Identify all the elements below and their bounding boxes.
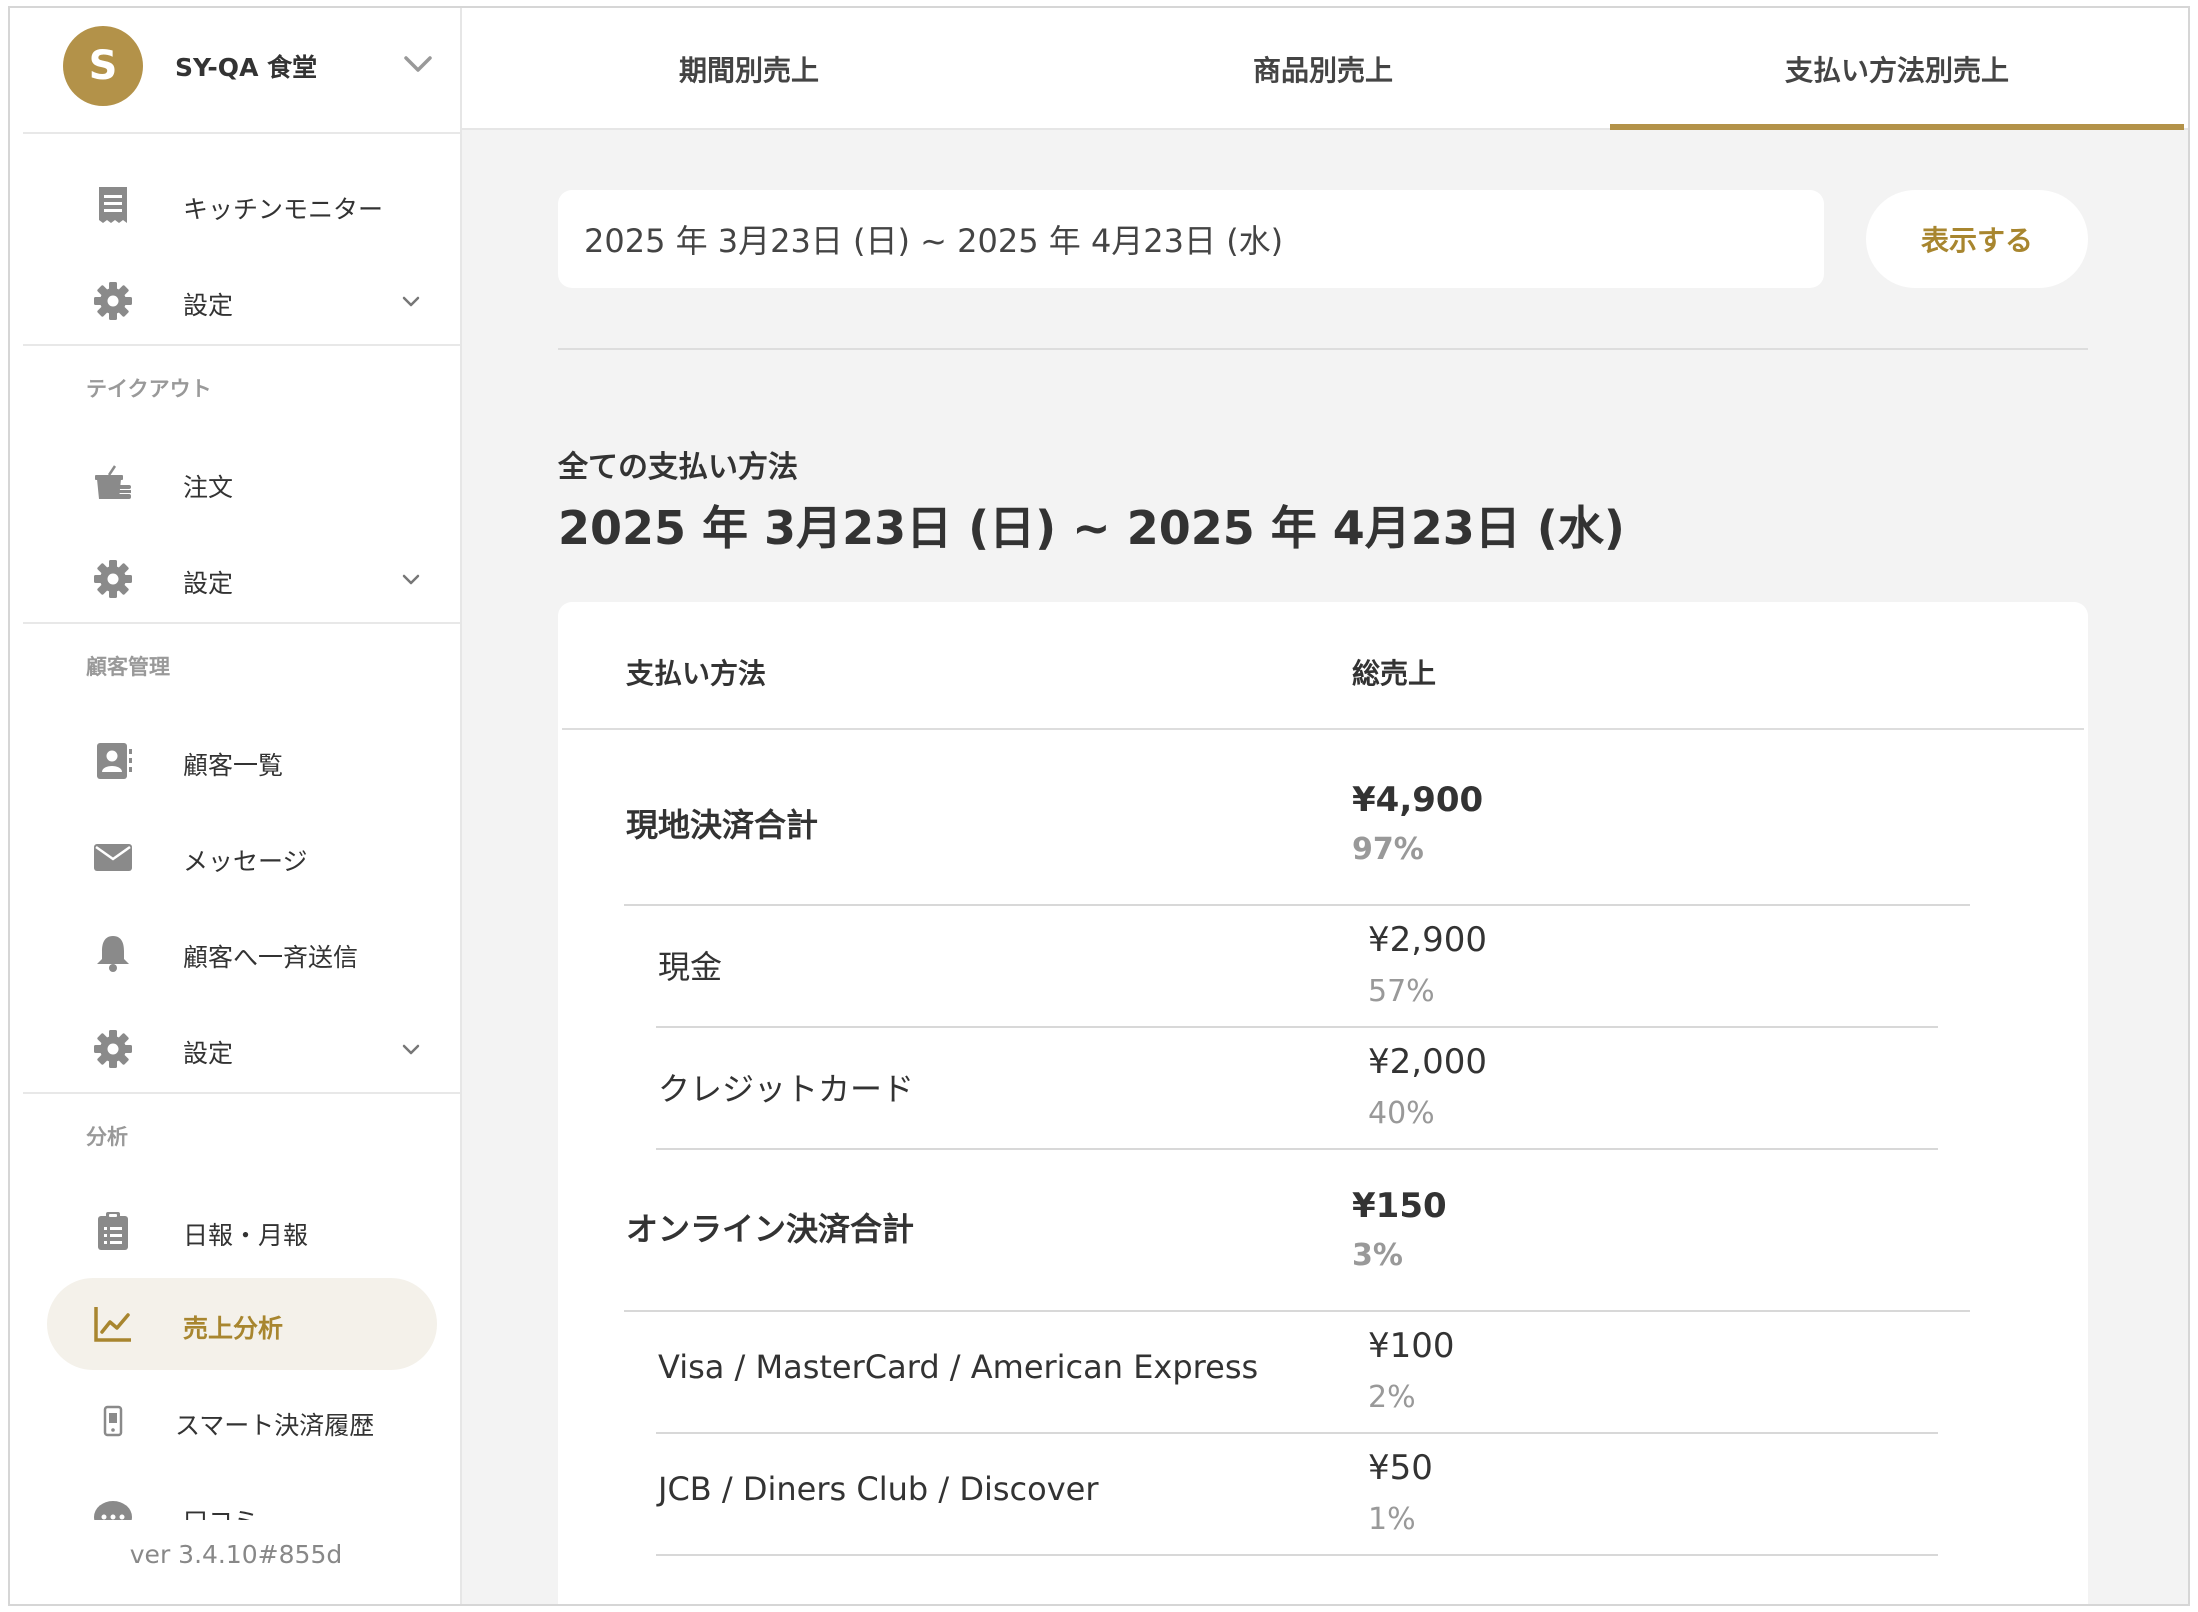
tab-product-sales[interactable]: 商品別売上 [1036,8,1610,130]
sidebar-item-label: 売上分析 [183,1314,284,1343]
date-range-value: 2025 年 3月23日 (日) ~ 2025 年 4月23日 (水) [584,222,1284,260]
sidebar-item-takeout-orders[interactable]: 注文 [23,438,460,528]
section-label-takeout: テイクアウト [86,377,212,401]
column-header-method: 支払い方法 [626,657,767,690]
sidebar-item-label: 日報・月報 [183,1221,309,1250]
show-button[interactable]: 表示する [1866,190,2088,288]
sidebar-item-settings-takeout[interactable]: 設定 [23,534,460,624]
sidebar-item-label: 設定 [183,569,234,598]
sidebar-item-label: 注文 [183,473,234,502]
app-frame: S SY-QA 食堂 キッチンモニター 設定 テイクアウト 注文 設定 顧客管理… [8,6,2190,1606]
row-amount: ¥50 [1368,1448,1433,1488]
row-percent: 2% [1368,1380,1416,1415]
sidebar-item-broadcast[interactable]: 顧客へ一斉送信 [23,908,460,998]
tab-payment-method-sales[interactable]: 支払い方法別売上 [1610,8,2184,130]
sidebar-item-customer-list[interactable]: 顧客一覧 [23,716,460,806]
row-amount: ¥150 [1352,1186,1447,1226]
phone-icon [103,1405,123,1437]
row-percent: 3% [1352,1238,1403,1273]
sidebar-divider [23,344,460,346]
sidebar-item-label: キッチンモニター [183,195,384,224]
chevron-down-icon [402,296,420,307]
sidebar-divider [23,1092,460,1094]
row-percent: 1% [1368,1502,1416,1537]
sidebar-item-reports[interactable]: 日報・月報 [23,1186,460,1276]
sidebar-item-settings-customers[interactable]: 設定 [23,1004,460,1094]
sidebar-divider [23,622,460,624]
chevron-down-icon [402,574,420,585]
row-amount: ¥4,900 [1352,780,1484,820]
table-row: Visa / MasterCard / American Express ¥10… [558,1312,2088,1434]
sidebar-item-sales-analysis[interactable]: 売上分析 [23,1278,460,1370]
store-name: SY-QA 食堂 [175,53,318,82]
sidebar-item-label: メッセージ [183,847,308,876]
summary-date-range: 2025 年 3月23日 (日) ~ 2025 年 4月23日 (水) [558,501,1625,555]
content-divider [558,348,2088,350]
bell-icon [97,936,129,972]
tab-bar: 期間別売上 商品別売上 支払い方法別売上 [462,8,2188,130]
row-method: Visa / MasterCard / American Express [658,1348,1259,1386]
row-amount: ¥2,900 [1368,920,1487,960]
sidebar-item-settings-main[interactable]: 設定 [23,256,460,346]
row-amount: ¥100 [1368,1326,1455,1366]
row-method: クレジットカード [658,1070,915,1108]
row-method: JCB / Diners Club / Discover [658,1470,1099,1508]
sidebar-item-label: スマート決済履歴 [175,1411,375,1440]
chevron-down-icon [402,1044,420,1055]
sidebar-item-label: 設定 [183,1039,234,1068]
line-chart-icon [94,1307,131,1342]
store-switcher[interactable]: S SY-QA 食堂 [23,8,460,134]
tab-period-sales[interactable]: 期間別売上 [462,8,1036,130]
row-divider [656,1554,1938,1556]
row-amount: ¥2,000 [1368,1042,1487,1082]
table-row: 現金 ¥2,900 57% [558,906,2088,1028]
gear-icon [94,1030,132,1068]
envelope-icon [94,844,132,871]
summary-title: 全ての支払い方法 [558,450,798,485]
sidebar-item-label: 口コミ [183,1502,258,1520]
row-percent: 40% [1368,1096,1435,1131]
contact-card-icon [97,743,132,779]
row-method: 現金 [658,948,723,986]
column-header-total: 総売上 [1352,657,1437,690]
sidebar-item-label: 顧客一覧 [183,751,284,780]
gear-icon [94,282,132,320]
store-avatar: S [63,26,143,106]
takeout-icon [95,465,131,499]
sidebar-item-reviews[interactable]: 口コミ [23,1472,460,1520]
gear-icon [94,560,132,598]
row-percent: 57% [1368,974,1435,1009]
section-label-customers: 顧客管理 [86,655,170,679]
date-range-input[interactable]: 2025 年 3月23日 (日) ~ 2025 年 4月23日 (水) [558,190,1824,288]
sidebar-item-messages[interactable]: メッセージ [23,812,460,902]
receipt-icon [99,187,127,223]
sidebar: S SY-QA 食堂 キッチンモニター 設定 テイクアウト 注文 設定 顧客管理… [10,8,462,1604]
table-row: オンライン決済合計 ¥150 3% [558,1150,2088,1312]
clipboard-icon [98,1212,128,1250]
table-row: クレジットカード ¥2,000 40% [558,1028,2088,1150]
table-row: 現地決済合計 ¥4,900 97% [558,730,2088,906]
sidebar-item-label: 顧客へ一斉送信 [183,943,359,972]
table-row: JCB / Diners Club / Discover ¥50 1% [558,1434,2088,1556]
row-method: オンライン決済合計 [626,1210,915,1248]
version-label: ver 3.4.10#855d [129,1540,343,1569]
sidebar-item-smart-payment-history[interactable]: スマート決済履歴 [23,1376,460,1466]
chat-icon [94,1501,132,1520]
row-percent: 97% [1352,832,1424,867]
sidebar-item-label: 設定 [183,291,234,320]
row-method: 現地決済合計 [626,806,819,844]
sidebar-item-kitchen-monitor[interactable]: キッチンモニター [23,160,460,250]
chevron-down-icon [404,56,432,72]
section-label-analytics: 分析 [86,1125,128,1149]
sales-table: 支払い方法 総売上 現地決済合計 ¥4,900 97% 現金 ¥2,900 57… [558,602,2088,1604]
